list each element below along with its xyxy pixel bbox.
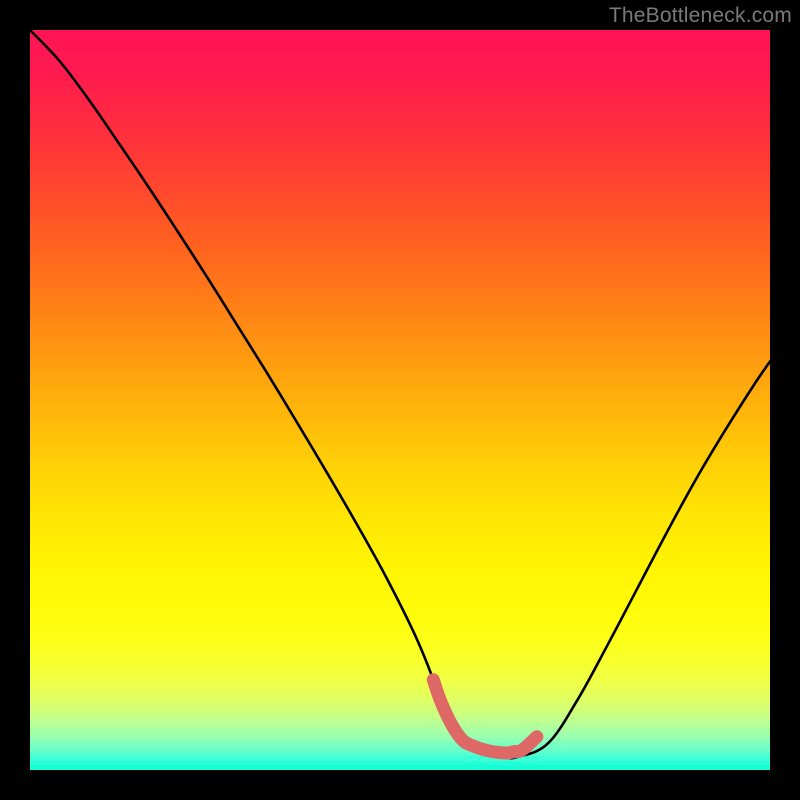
plot-area bbox=[30, 30, 770, 770]
background-gradient bbox=[30, 30, 770, 770]
chart-frame: TheBottleneck.com bbox=[0, 0, 800, 800]
watermark-text: TheBottleneck.com bbox=[609, 4, 792, 28]
